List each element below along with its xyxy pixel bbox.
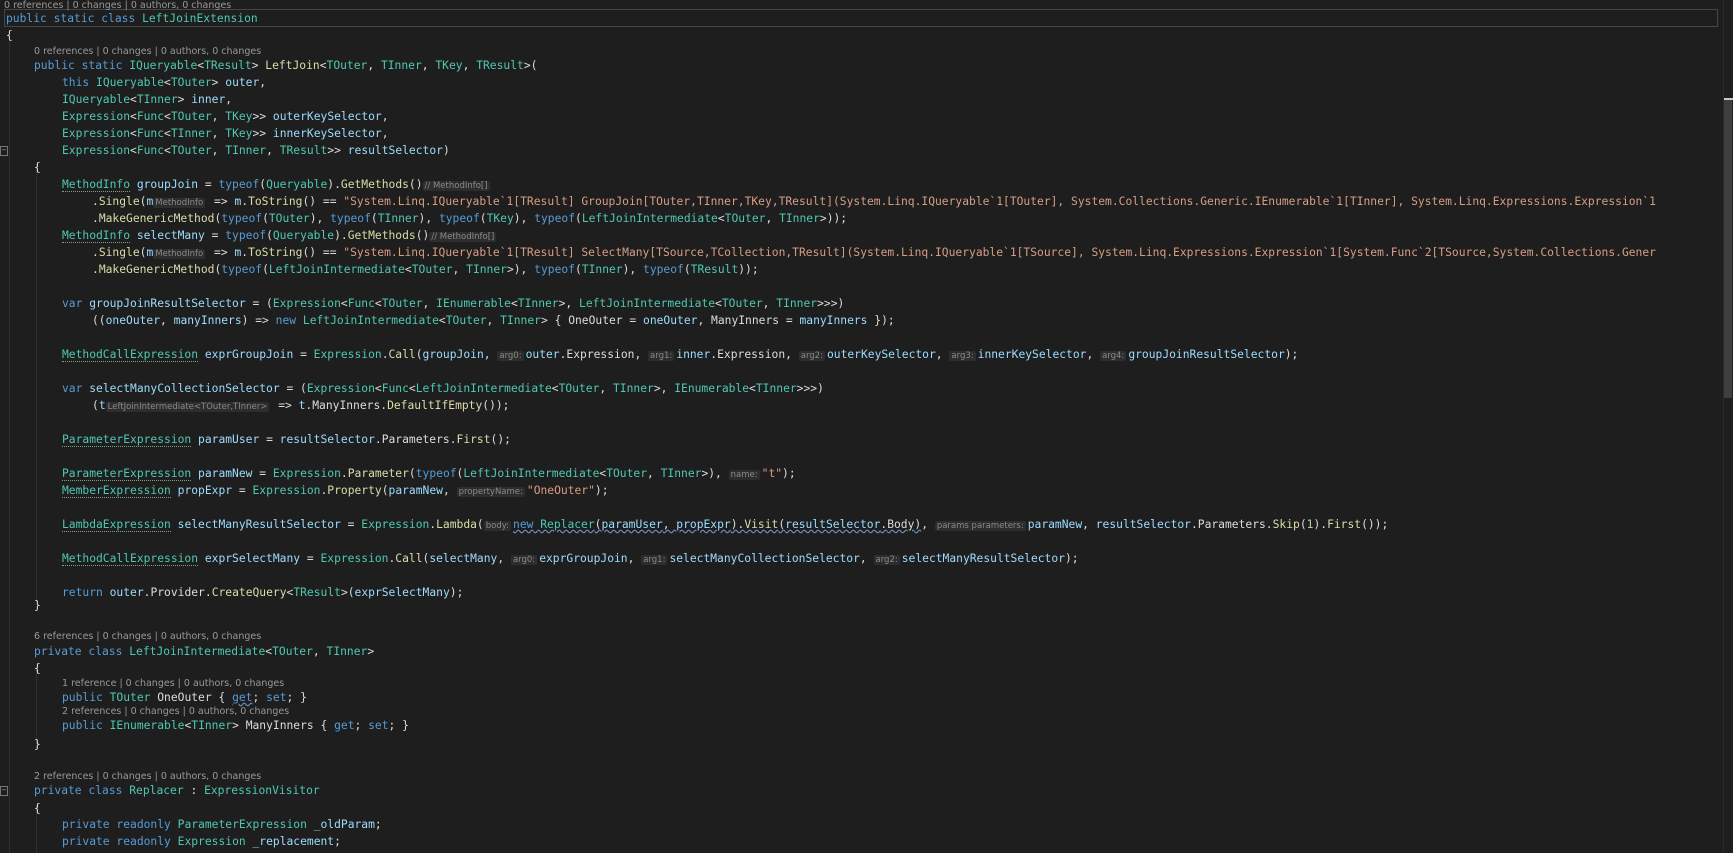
code-line: LambdaExpression selectManyResultSelecto…	[62, 518, 1389, 532]
code-line: (t LeftJoinIntermediate<TOuter,TInner> =>…	[92, 399, 510, 412]
code-line: var selectManyCollectionSelector = (Expr…	[62, 382, 824, 395]
code-line: this IQueryable<TOuter> outer,	[62, 76, 267, 89]
code-line: {	[34, 662, 41, 675]
scrollbar-thumb[interactable]	[1724, 98, 1732, 398]
scrollbar-caret-marker	[1724, 98, 1733, 100]
codelens[interactable]: 6 references | 0 changes | 0 authors, 0 …	[34, 631, 261, 643]
current-line-highlight	[4, 9, 1718, 27]
code-line: public static IQueryable<TResult> LeftJo…	[34, 59, 538, 72]
code-line: ((oneOuter, manyInners) => new LeftJoinI…	[92, 314, 895, 327]
code-line: Expression<Func<TInner, TKey>> innerKeyS…	[62, 127, 389, 140]
code-line: MethodInfo groupJoin = typeof(Queryable)…	[62, 178, 490, 192]
code-line: var groupJoinResultSelector = (Expressio…	[62, 297, 845, 310]
code-line: public TOuter OneOuter { get; set; }	[62, 691, 307, 704]
vertical-scrollbar[interactable]	[1723, 0, 1733, 853]
code-line: MethodInfo selectMany = typeof(Queryable…	[62, 229, 497, 243]
code-line: return outer.Provider.CreateQuery<TResul…	[62, 586, 464, 599]
code-line: .Single(m MethodInfo => m.ToString() == "…	[92, 195, 1656, 208]
code-line: private readonly Expression _replacement…	[62, 835, 341, 848]
code-editor[interactable]: − − 0 references | 0 changes | 0 authors…	[0, 0, 1724, 853]
code-line: public IEnumerable<TInner> ManyInners { …	[62, 719, 409, 732]
code-line: private class LeftJoinIntermediate<TOute…	[34, 645, 375, 658]
code-line: private readonly ParameterExpression _ol…	[62, 818, 382, 831]
code-line: {	[6, 29, 13, 42]
indent-guide	[9, 36, 10, 853]
code-line: .MakeGenericMethod(typeof(TOuter), typeo…	[92, 212, 848, 225]
code-line: IQueryable<TInner> inner,	[62, 93, 233, 106]
code-line: Expression<Func<TOuter, TInner, TResult>…	[62, 144, 450, 157]
code-line: ParameterExpression paramNew = Expressio…	[62, 467, 796, 481]
code-line: ParameterExpression paramUser = resultSe…	[62, 433, 511, 447]
code-line: }	[34, 738, 41, 751]
code-line: }	[34, 599, 41, 612]
fold-toggle[interactable]: −	[0, 146, 8, 156]
fold-toggle[interactable]: −	[0, 786, 8, 796]
indent-guide	[36, 164, 37, 601]
code-line: {	[34, 802, 41, 815]
code-line: private class Replacer : ExpressionVisit…	[34, 784, 320, 797]
code-line: Expression<Func<TOuter, TKey>> outerKeyS…	[62, 110, 389, 123]
code-line: .MakeGenericMethod(typeof(LeftJoinInterm…	[92, 263, 759, 276]
code-line: {	[34, 161, 41, 174]
code-line: MethodCallExpression exprSelectMany = Ex…	[62, 552, 1079, 566]
code-line: MethodCallExpression exprGroupJoin = Exp…	[62, 348, 1299, 362]
code-line: MemberExpression propExpr = Expression.P…	[62, 484, 609, 498]
code-line: public static class LeftJoinExtension	[6, 12, 258, 25]
code-line: .Single(m MethodInfo => m.ToString() == "…	[92, 246, 1656, 259]
